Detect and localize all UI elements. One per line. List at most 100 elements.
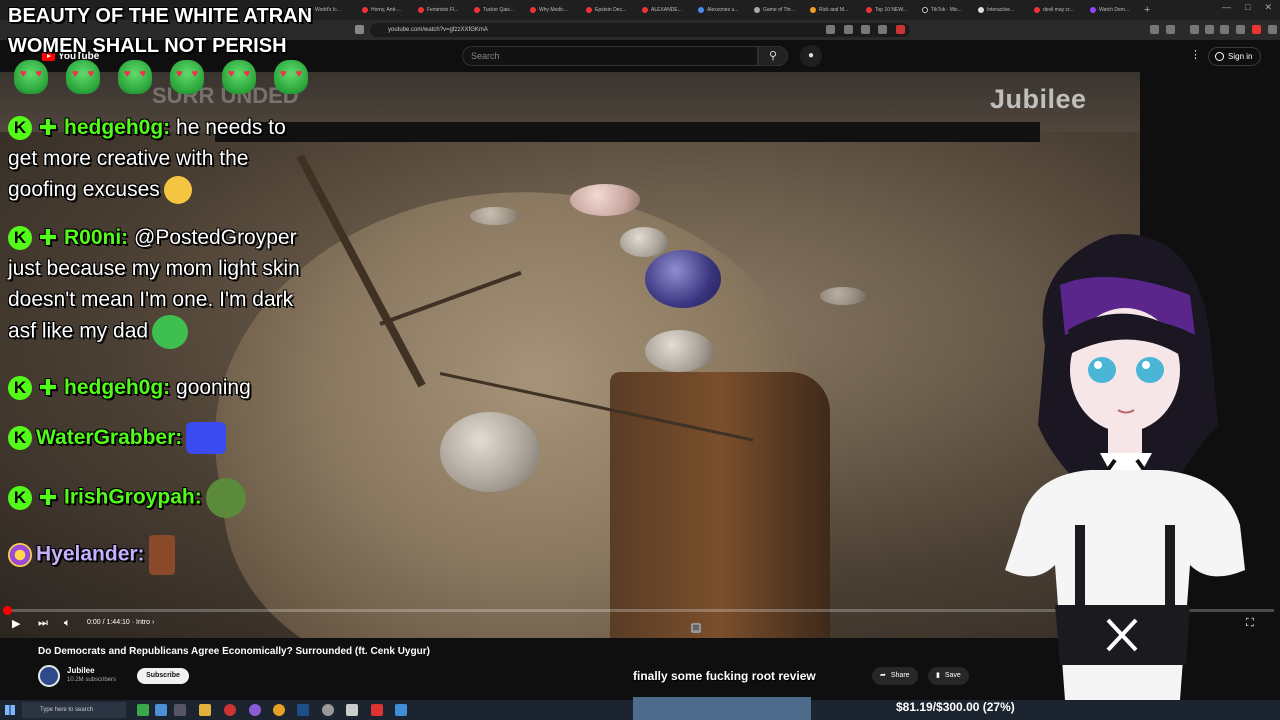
more-options-icon[interactable]: ⋮	[1190, 48, 1201, 61]
brave-icon[interactable]	[371, 704, 383, 716]
chat-username: R00ni:	[64, 226, 129, 249]
progress-scrubber[interactable]	[3, 606, 12, 615]
browser-tab[interactable]: Rick and M...	[804, 2, 856, 18]
browser-tab[interactable]: TikTok - Mix...	[916, 2, 968, 18]
window-controls: — □ ✕	[1222, 2, 1272, 13]
browser-tab[interactable]: ALEXANDE...	[636, 2, 688, 18]
taskbar-search[interactable]: Type here to search	[22, 702, 126, 718]
video-title: Do Democrats and Republicans Agree Econo…	[38, 646, 430, 657]
browser-tab[interactable]: Feminists Fl...	[412, 2, 464, 18]
voice-search-button[interactable]: ●	[800, 45, 822, 67]
play-icon[interactable]: ▶	[12, 617, 20, 630]
app-icon[interactable]	[346, 704, 358, 716]
strap	[1165, 525, 1175, 615]
bookmark-star-icon[interactable]	[878, 25, 887, 34]
browser-tab[interactable]: Game of Thr...	[748, 2, 800, 18]
tab-label: Top 10 NEW...	[875, 7, 907, 13]
heart-eyes-emote	[222, 60, 256, 94]
save-label: Save	[944, 672, 961, 679]
app-icon[interactable]	[155, 704, 167, 716]
extension-icon[interactable]	[1190, 25, 1199, 34]
chat-message: K ✚ hedgeh0g: gooning	[8, 372, 251, 403]
close-icon[interactable]: ✕	[1264, 2, 1272, 13]
app-icon[interactable]	[249, 704, 261, 716]
new-tab-button[interactable]: +	[1144, 4, 1150, 16]
badges: K	[8, 426, 32, 451]
obs-icon[interactable]	[224, 704, 236, 716]
chat-username: WaterGrabber:	[36, 426, 183, 449]
browser-tab[interactable]: Top 10 NEW...	[860, 2, 912, 18]
account-icon	[1215, 52, 1224, 61]
rock	[440, 412, 540, 492]
tab-label: Rick and M...	[819, 7, 849, 13]
overlay-title: BEAUTY OF THE WHITE ATRAN WOMEN SHALL NO…	[8, 1, 312, 61]
menu-icon[interactable]	[1268, 25, 1277, 34]
channel-avatar[interactable]	[38, 665, 60, 687]
browser-tab[interactable]: Watch Dem...	[1084, 2, 1136, 18]
save-button[interactable]: ▮ Save	[928, 667, 969, 685]
tab-label: Feminists Fl...	[427, 7, 459, 13]
tab-label: Tucker Qais...	[483, 7, 514, 13]
volume-icon[interactable]: 🔈︎	[64, 617, 71, 630]
grimace-emoji-icon	[163, 176, 192, 205]
monkey-emote	[148, 535, 175, 575]
extension-icon[interactable]	[1150, 25, 1159, 34]
alert-popup-text: finally some fucking root review	[633, 669, 816, 683]
maximize-icon[interactable]: □	[1245, 2, 1250, 13]
chat-message: K WaterGrabber:	[8, 422, 227, 455]
zoom-icon[interactable]	[844, 25, 853, 34]
eye-shine	[1094, 361, 1102, 369]
task-view-icon[interactable]	[174, 704, 186, 716]
channel-name[interactable]: Jubilee	[67, 666, 95, 675]
next-icon[interactable]: ⏭	[38, 617, 48, 630]
rock	[570, 184, 640, 216]
sign-in-button[interactable]: Sign in	[1208, 47, 1262, 66]
search-button[interactable]: ⚲	[758, 46, 788, 66]
tab-label: TikTok - Mix...	[931, 7, 962, 13]
browser-tab[interactable]: Alexzones u...	[692, 2, 744, 18]
extension-icon[interactable]	[1236, 25, 1245, 34]
file-explorer-icon[interactable]	[199, 704, 211, 716]
browser-tab[interactable]: Epstein Dec...	[580, 2, 632, 18]
tab-favicon-icon	[418, 7, 424, 13]
vs-code-icon[interactable]	[395, 704, 407, 716]
chat-username: IrishGroypah:	[64, 485, 202, 509]
extension-icon[interactable]	[1166, 25, 1175, 34]
extension-icon[interactable]	[1220, 25, 1229, 34]
browser-tab[interactable]: devil may cr...	[1028, 2, 1080, 18]
steam-icon[interactable]	[297, 704, 309, 716]
app-icon[interactable]	[137, 704, 149, 716]
share-icon: ➦	[880, 672, 886, 679]
settings-icon[interactable]	[322, 704, 334, 716]
badges	[8, 543, 32, 567]
chat-text: doesn't mean I'm one. I'm dark	[8, 288, 294, 311]
browser-tab[interactable]: Tucker Qais...	[468, 2, 520, 18]
browser-tab[interactable]: Why Medic...	[524, 2, 576, 18]
subscribe-button[interactable]: Subscribe	[137, 668, 189, 684]
chat-message: K ✚ IrishGroypah:	[8, 478, 246, 518]
bookmark-icon[interactable]	[355, 25, 364, 34]
screen: World's Ic... Horny, Anti-... Feminists …	[0, 0, 1280, 720]
extension-icon[interactable]	[896, 25, 905, 34]
eye-shine	[1142, 361, 1150, 369]
heart-eyes-emote	[14, 60, 48, 94]
extension-icon[interactable]	[1252, 25, 1261, 34]
tab-label: Watch Dem...	[1099, 7, 1130, 13]
minimize-icon[interactable]: —	[1222, 2, 1231, 13]
search-input[interactable]: Search	[462, 46, 758, 66]
share-page-icon[interactable]	[861, 25, 870, 34]
rock	[820, 287, 866, 305]
save-icon: ▮	[936, 672, 940, 679]
browser-tab[interactable]: Interactive...	[972, 2, 1024, 18]
browser-tab[interactable]: Horny, Anti-...	[356, 2, 408, 18]
tab-favicon-icon	[1090, 7, 1096, 13]
heart-eyes-emote	[118, 60, 152, 94]
vtuber-avatar	[1005, 234, 1245, 700]
share-button[interactable]: ➦ Share	[872, 667, 918, 685]
windows-start-icon[interactable]	[5, 705, 15, 715]
cast-icon[interactable]	[826, 25, 835, 34]
extension-icon[interactable]	[1205, 25, 1214, 34]
microphone-icon: ●	[807, 50, 815, 61]
chrome-icon[interactable]	[273, 704, 285, 716]
chapter-marker-icon[interactable]: ⊠	[691, 623, 701, 633]
